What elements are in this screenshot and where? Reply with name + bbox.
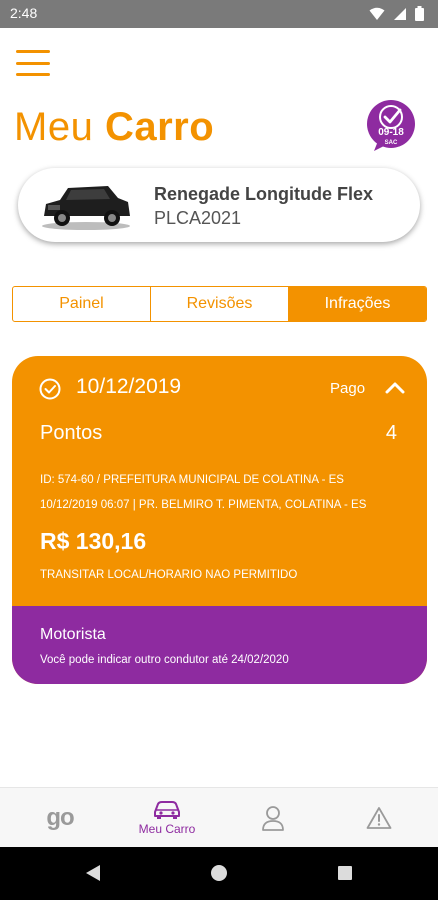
- back-icon[interactable]: [84, 863, 102, 883]
- nav-profile[interactable]: [250, 788, 296, 848]
- system-nav-bar: [0, 847, 438, 900]
- warning-icon: [366, 807, 392, 829]
- sac-hours: 09-18: [378, 127, 404, 138]
- page-title: Meu Carro: [14, 105, 214, 150]
- infraction-details: 10/12/2019 Pago Pontos 4 ID: 574-60 / PR…: [12, 356, 427, 606]
- car-icon: [154, 801, 180, 819]
- signal-icon: [394, 7, 406, 20]
- nav-alerts[interactable]: [356, 788, 402, 848]
- car-model: Renegade Longitude Flex: [154, 184, 374, 204]
- menu-icon[interactable]: [16, 50, 50, 76]
- go-logo: go: [46, 804, 74, 831]
- points-value: 4: [385, 422, 397, 444]
- app-screen: 2:48 Meu Carro 09-18 SAC Renegade Longit…: [0, 0, 438, 900]
- infraction-amount: R$ 130,16: [40, 528, 147, 554]
- status-time: 2:48: [10, 5, 38, 21]
- points-label: Pontos: [40, 422, 103, 444]
- nav-meu-carro[interactable]: Meu Carro: [126, 788, 208, 848]
- page-title-bold: Carro: [104, 105, 215, 149]
- infraction-id-line: ID: 574-60 / PREFEITURA MUNICIPAL DE COL…: [40, 474, 344, 486]
- tab-revisoes[interactable]: Revisões: [151, 287, 289, 321]
- infraction-status: Pago: [330, 380, 366, 397]
- wifi-icon: [369, 7, 385, 20]
- battery-icon: [415, 6, 424, 21]
- tab-painel[interactable]: Painel: [13, 287, 151, 321]
- sac-label: SAC: [385, 140, 398, 146]
- home-icon[interactable]: [210, 863, 228, 883]
- car-card[interactable]: Renegade Longitude Flex PLCA2021: [18, 168, 420, 242]
- nav-meu-carro-label: Meu Carro: [138, 822, 196, 836]
- tab-bar: Painel Revisões Infrações: [12, 286, 427, 322]
- recents-icon[interactable]: [337, 863, 353, 883]
- driver-note: Você pode indicar outro condutor até 24/…: [40, 654, 289, 666]
- sac-badge-icon[interactable]: 09-18 SAC: [364, 97, 418, 153]
- car-plate: PLCA2021: [154, 208, 242, 228]
- tab-infracoes[interactable]: Infrações: [289, 287, 426, 321]
- status-bar: 2:48: [0, 0, 438, 28]
- car-image: [42, 186, 130, 230]
- user-icon: [262, 806, 284, 831]
- infraction-location-line: 10/12/2019 06:07 | PR. BELMIRO T. PIMENT…: [40, 499, 367, 511]
- chevron-up-icon[interactable]: [385, 380, 405, 394]
- driver-title: Motorista: [40, 626, 106, 643]
- bottom-navigation: go Meu Carro: [0, 787, 438, 847]
- infraction-date: 10/12/2019: [76, 375, 182, 398]
- infraction-description: TRANSITAR LOCAL/HORARIO NAO PERMITIDO: [40, 569, 298, 581]
- driver-section[interactable]: Motorista Você pode indicar outro condut…: [12, 606, 427, 684]
- infraction-card: 10/12/2019 Pago Pontos 4 ID: 574-60 / PR…: [12, 356, 427, 684]
- check-circle-icon: [39, 378, 61, 400]
- nav-go[interactable]: go: [30, 788, 90, 848]
- status-icons: [369, 6, 424, 21]
- page-title-light: Meu: [14, 105, 94, 149]
